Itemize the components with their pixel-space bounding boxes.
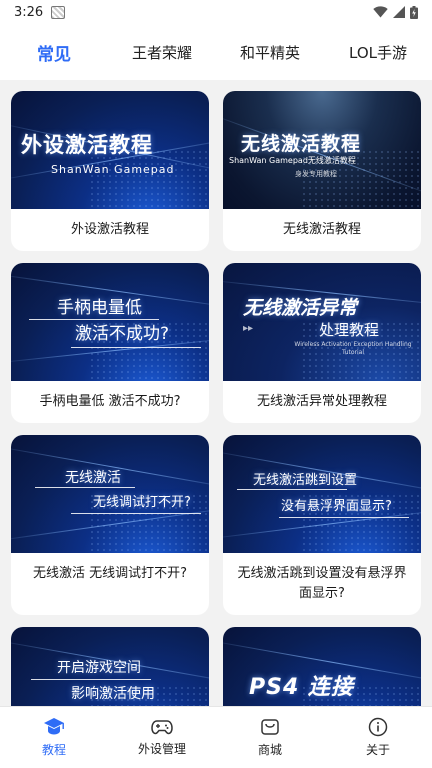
tutorial-card-game-space[interactable]: 开启游戏空间 影响激活使用 [11, 627, 209, 706]
card-title: 无线激活 无线调试打不开? [32, 566, 188, 581]
thumb-subtitle: ShanWan Gamepad无线激活教程 [229, 156, 356, 165]
thumb-title: 无线激活教程 [241, 133, 362, 155]
thumb-line-1: 手柄电量低 [57, 298, 142, 318]
card-title: 无线激活教程 [282, 222, 361, 237]
thumb-line-1: 开启游戏空间 [57, 660, 141, 676]
category-tabs: 常见 王者荣耀 和平精英 LOL手游 [0, 24, 432, 80]
thumb-line-2: 影响激活使用 [71, 686, 155, 702]
card-title: 手柄电量低 激活不成功? [39, 394, 181, 409]
screenshot-notification-icon [51, 5, 66, 19]
battery-icon [410, 5, 418, 19]
card-thumbnail: 手柄电量低 激活不成功? [11, 263, 209, 381]
shopping-bag-icon [261, 719, 279, 735]
card-thumbnail: 无线激活教程 ShanWan Gamepad无线激活教程 身发专用教程 [223, 91, 421, 209]
thumb-line-2: 激活不成功? [75, 324, 170, 344]
wifi-icon [373, 6, 388, 18]
tab-peace-elite[interactable]: 和平精英 [216, 42, 324, 63]
tutorial-card-wireless-activation[interactable]: 无线激活教程 ShanWan Gamepad无线激活教程 身发专用教程 无线激活… [223, 91, 421, 251]
tab-honor-of-kings[interactable]: 王者荣耀 [108, 42, 216, 63]
thumb-line-2: 没有悬浮界面显示? [281, 499, 392, 514]
nav-label: 教程 [41, 743, 66, 757]
tutorial-card-peripheral-activation[interactable]: 外设激活教程 ShanWan Gamepad 外设激活教程 [11, 91, 209, 251]
card-thumbnail: 开启游戏空间 影响激活使用 [11, 627, 209, 706]
thumb-line-2: 处理教程 [319, 321, 380, 339]
info-icon [368, 717, 388, 737]
signal-icon [393, 6, 405, 18]
bottom-navigation: 教程 外设管理 商城 关于 [0, 706, 432, 768]
nav-tutorials[interactable]: 教程 [0, 707, 108, 768]
thumb-line-1: PS4 连接 [249, 675, 354, 700]
tutorial-grid: 外设激活教程 ShanWan Gamepad 外设激活教程 无线激活教程 Sha… [11, 91, 421, 706]
card-thumbnail: 外设激活教程 ShanWan Gamepad [11, 91, 209, 209]
card-title: 无线激活异常处理教程 [256, 394, 387, 409]
tutorial-card-low-battery[interactable]: 手柄电量低 激活不成功? 手柄电量低 激活不成功? [11, 263, 209, 423]
tab-common[interactable]: 常见 [0, 40, 108, 65]
nav-label: 外设管理 [137, 742, 186, 756]
card-thumbnail: 无线激活 无线调试打不开? [11, 435, 209, 553]
thumb-subtitle: ShanWan Gamepad [51, 163, 175, 176]
nav-shop[interactable]: 商城 [216, 707, 324, 768]
nav-label: 关于 [365, 743, 390, 757]
tutorial-list[interactable]: 外设激活教程 ShanWan Gamepad 外设激活教程 无线激活教程 Sha… [0, 80, 432, 706]
thumb-title: 外设激活教程 [21, 133, 153, 157]
card-thumbnail: 无线激活异常 处理教程 ▸▸ Wireless Activation Excep… [223, 263, 421, 381]
card-title: 无线激活跳到设置没有悬浮界面显示? [237, 566, 407, 601]
status-left: 3:26 [14, 4, 66, 20]
thumb-line-1: 无线激活跳到设置 [253, 473, 358, 488]
status-time: 3:26 [14, 4, 44, 20]
thumb-line-2: 无线调试打不开? [93, 495, 191, 510]
thumb-line-1: 无线激活异常 [243, 297, 358, 319]
tab-lol-mobile[interactable]: LOL手游 [324, 42, 432, 63]
graduation-cap-icon [44, 718, 64, 735]
tutorial-card-ps4-connect[interactable]: PS4 连接 [223, 627, 421, 706]
thumb-caption: 身发专用教程 [295, 170, 337, 178]
card-thumbnail: 无线激活跳到设置 没有悬浮界面显示? [223, 435, 421, 553]
tutorial-card-no-floating-window[interactable]: 无线激活跳到设置 没有悬浮界面显示? 无线激活跳到设置没有悬浮界面显示? [223, 435, 421, 615]
nav-about[interactable]: 关于 [324, 707, 432, 768]
status-right [373, 5, 418, 19]
card-title: 外设激活教程 [70, 222, 149, 237]
thumb-caption: Wireless Activation Exception Handling T… [294, 341, 412, 356]
card-thumbnail: PS4 连接 [223, 627, 421, 706]
nav-peripheral-management[interactable]: 外设管理 [108, 707, 216, 768]
tutorial-card-wireless-debug[interactable]: 无线激活 无线调试打不开? 无线激活 无线调试打不开? [11, 435, 209, 615]
tutorial-card-wireless-exception[interactable]: 无线激活异常 处理教程 ▸▸ Wireless Activation Excep… [223, 263, 421, 423]
status-bar: 3:26 [0, 0, 432, 24]
thumb-line-1: 无线激活 [65, 470, 121, 486]
nav-label: 商城 [257, 743, 282, 757]
gamepad-icon [151, 720, 173, 735]
